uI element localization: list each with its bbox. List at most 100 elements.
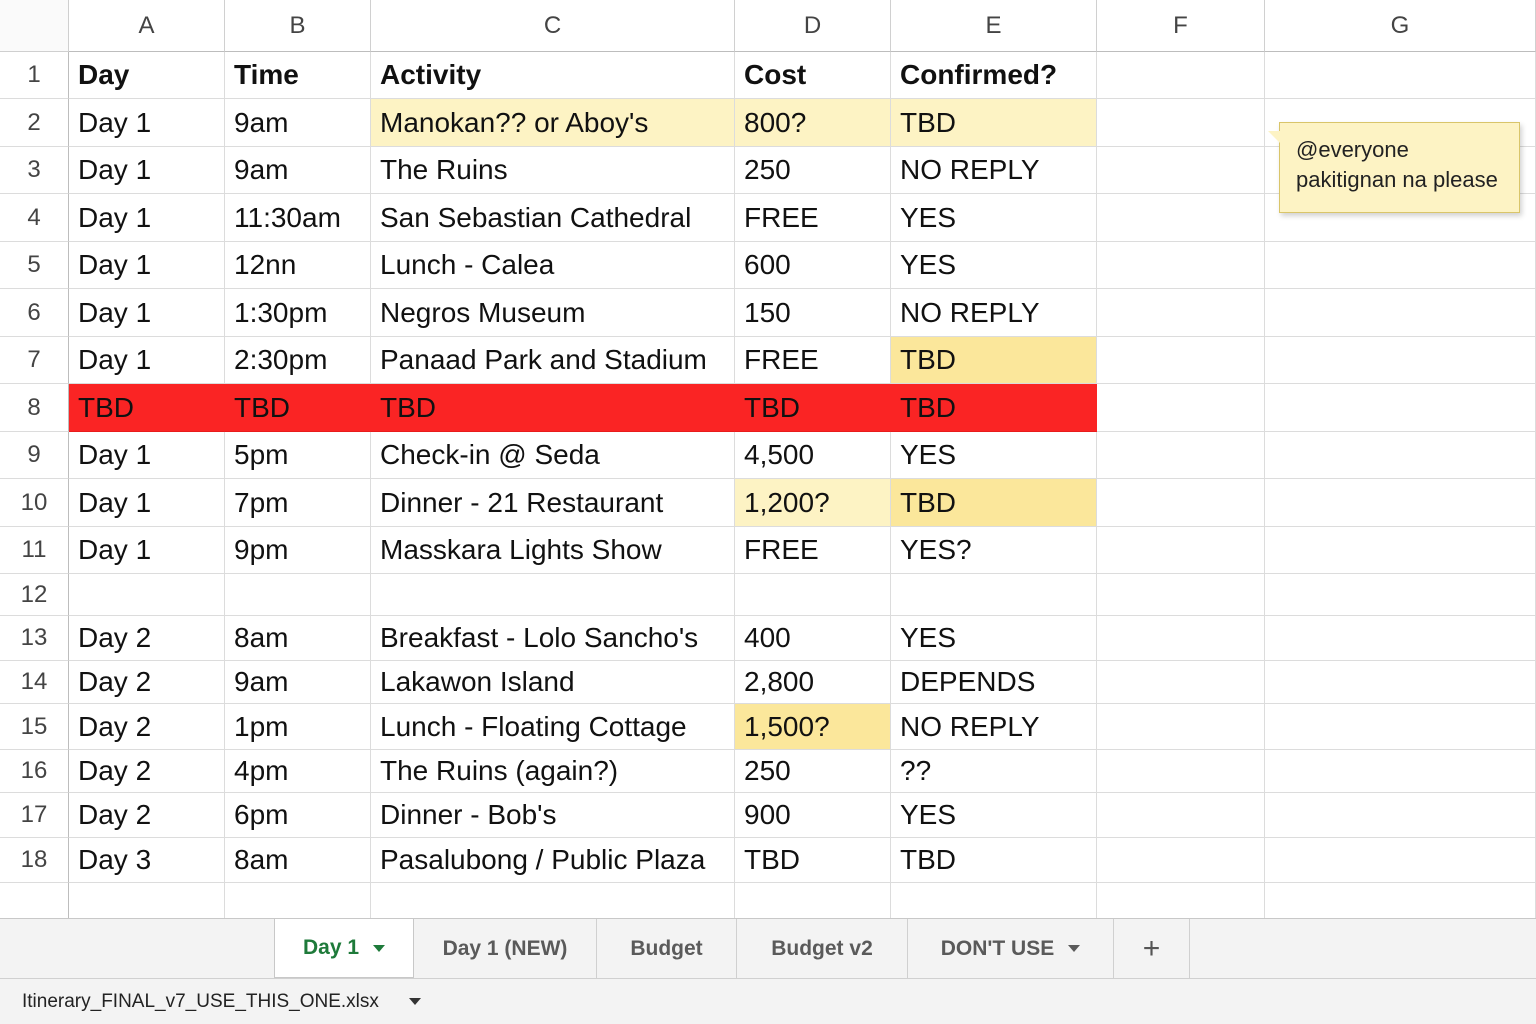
cell-b10[interactable]: 7pm <box>225 479 371 527</box>
row-header[interactable]: 7 <box>0 337 69 384</box>
cell-f15[interactable] <box>1097 704 1265 750</box>
cell-f18[interactable] <box>1097 838 1265 883</box>
cell-d11[interactable]: FREE <box>735 527 891 574</box>
cell-d4[interactable]: FREE <box>735 194 891 242</box>
cell-e2[interactable]: TBD <box>891 99 1097 147</box>
cell-e6[interactable]: NO REPLY <box>891 289 1097 337</box>
cell-b1[interactable]: Time <box>225 52 371 99</box>
column-header-c[interactable]: C <box>371 0 735 52</box>
cell-f1[interactable] <box>1097 52 1265 99</box>
cell-c18[interactable]: Pasalubong / Public Plaza <box>371 838 735 883</box>
cell-f16[interactable] <box>1097 750 1265 793</box>
cell-a1[interactable]: Day <box>69 52 225 99</box>
cell-g7[interactable] <box>1265 337 1536 384</box>
cell-d17[interactable]: 900 <box>735 793 891 838</box>
tab-budget[interactable]: Budget <box>597 919 737 978</box>
cell-b8[interactable]: TBD <box>225 384 371 432</box>
cell-b17[interactable]: 6pm <box>225 793 371 838</box>
cell-e12[interactable] <box>891 574 1097 616</box>
cell-c8[interactable]: TBD <box>371 384 735 432</box>
cell-g18[interactable] <box>1265 838 1536 883</box>
cell-a5[interactable]: Day 1 <box>69 242 225 289</box>
cell-e18[interactable]: TBD <box>891 838 1097 883</box>
cell-g13[interactable] <box>1265 616 1536 661</box>
cell-f17[interactable] <box>1097 793 1265 838</box>
row-header[interactable]: 8 <box>0 384 69 432</box>
cell-ablank[interactable] <box>69 883 225 923</box>
cell-f3[interactable] <box>1097 147 1265 194</box>
cell-a6[interactable]: Day 1 <box>69 289 225 337</box>
cell-b5[interactable]: 12nn <box>225 242 371 289</box>
cell-g15[interactable] <box>1265 704 1536 750</box>
cell-a3[interactable]: Day 1 <box>69 147 225 194</box>
cell-f5[interactable] <box>1097 242 1265 289</box>
cell-e9[interactable]: YES <box>891 432 1097 479</box>
cell-d5[interactable]: 600 <box>735 242 891 289</box>
column-header-a[interactable]: A <box>69 0 225 52</box>
cell-d3[interactable]: 250 <box>735 147 891 194</box>
row-header[interactable]: 3 <box>0 147 69 194</box>
cell-f6[interactable] <box>1097 289 1265 337</box>
cell-d14[interactable]: 2,800 <box>735 661 891 704</box>
cell-e16[interactable]: ?? <box>891 750 1097 793</box>
cell-c1[interactable]: Activity <box>371 52 735 99</box>
cell-d9[interactable]: 4,500 <box>735 432 891 479</box>
cell-bblank[interactable] <box>225 883 371 923</box>
cell-comment[interactable]: @everyone pakitignan na please <box>1268 122 1520 213</box>
cell-e4[interactable]: YES <box>891 194 1097 242</box>
cell-c14[interactable]: Lakawon Island <box>371 661 735 704</box>
cell-b9[interactable]: 5pm <box>225 432 371 479</box>
cell-g9[interactable] <box>1265 432 1536 479</box>
cell-a7[interactable]: Day 1 <box>69 337 225 384</box>
cell-g5[interactable] <box>1265 242 1536 289</box>
cell-f7[interactable] <box>1097 337 1265 384</box>
cell-c5[interactable]: Lunch - Calea <box>371 242 735 289</box>
cell-e1[interactable]: Confirmed? <box>891 52 1097 99</box>
select-all-corner[interactable] <box>0 0 69 52</box>
cell-e17[interactable]: YES <box>891 793 1097 838</box>
cell-b2[interactable]: 9am <box>225 99 371 147</box>
cell-c10[interactable]: Dinner - 21 Restaurant <box>371 479 735 527</box>
cell-a13[interactable]: Day 2 <box>69 616 225 661</box>
cell-e11[interactable]: YES? <box>891 527 1097 574</box>
cell-d13[interactable]: 400 <box>735 616 891 661</box>
tab-day-1[interactable]: Day 1 <box>274 919 414 978</box>
add-sheet-button[interactable]: + <box>1114 919 1190 978</box>
cell-a18[interactable]: Day 3 <box>69 838 225 883</box>
cell-f10[interactable] <box>1097 479 1265 527</box>
cell-a4[interactable]: Day 1 <box>69 194 225 242</box>
column-header-g[interactable]: G <box>1265 0 1536 52</box>
cell-b7[interactable]: 2:30pm <box>225 337 371 384</box>
cell-a16[interactable]: Day 2 <box>69 750 225 793</box>
column-header-e[interactable]: E <box>891 0 1097 52</box>
cell-g16[interactable] <box>1265 750 1536 793</box>
cell-a9[interactable]: Day 1 <box>69 432 225 479</box>
cell-b11[interactable]: 9pm <box>225 527 371 574</box>
cell-f8[interactable] <box>1097 384 1265 432</box>
cell-b3[interactable]: 9am <box>225 147 371 194</box>
cell-g12[interactable] <box>1265 574 1536 616</box>
cell-e13[interactable]: YES <box>891 616 1097 661</box>
cell-a15[interactable]: Day 2 <box>69 704 225 750</box>
cell-g10[interactable] <box>1265 479 1536 527</box>
cell-e3[interactable]: NO REPLY <box>891 147 1097 194</box>
cell-f2[interactable] <box>1097 99 1265 147</box>
cell-d7[interactable]: FREE <box>735 337 891 384</box>
cell-b12[interactable] <box>225 574 371 616</box>
row-header[interactable]: 1 <box>0 52 69 99</box>
cell-e8[interactable]: TBD <box>891 384 1097 432</box>
cell-a10[interactable]: Day 1 <box>69 479 225 527</box>
cell-c3[interactable]: The Ruins <box>371 147 735 194</box>
cell-d8[interactable]: TBD <box>735 384 891 432</box>
row-header[interactable]: 4 <box>0 194 69 242</box>
cell-a14[interactable]: Day 2 <box>69 661 225 704</box>
cell-e7[interactable]: TBD <box>891 337 1097 384</box>
cell-a2[interactable]: Day 1 <box>69 99 225 147</box>
cell-eblank[interactable] <box>891 883 1097 923</box>
cell-f4[interactable] <box>1097 194 1265 242</box>
column-header-f[interactable]: F <box>1097 0 1265 52</box>
tab-day-1-new[interactable]: Day 1 (NEW) <box>414 919 597 978</box>
cell-b13[interactable]: 8am <box>225 616 371 661</box>
column-header-b[interactable]: B <box>225 0 371 52</box>
row-header[interactable]: 13 <box>0 616 69 661</box>
